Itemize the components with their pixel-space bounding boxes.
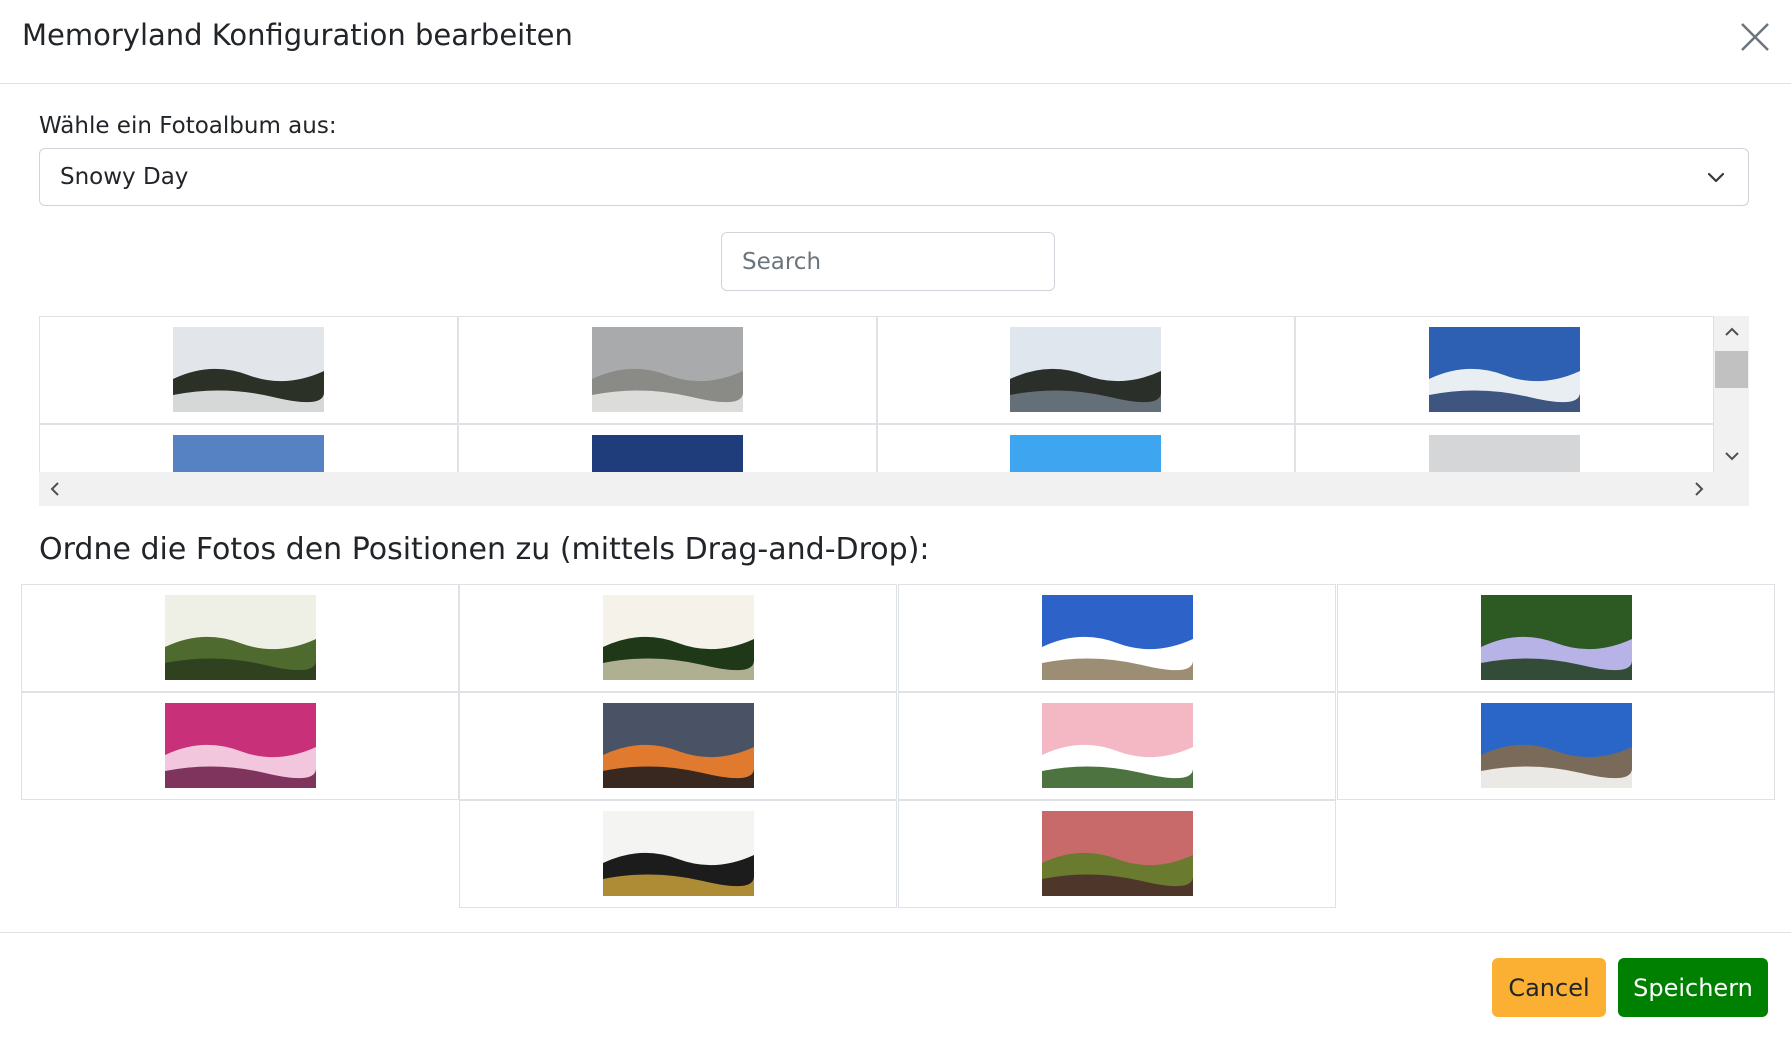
scroll-up-icon[interactable] xyxy=(1722,322,1742,342)
album-select-label: Wähle ein Fotoalbum aus: xyxy=(39,113,337,139)
position-slot[interactable] xyxy=(459,584,897,692)
position-slot[interactable] xyxy=(21,584,459,692)
sun-clouds-photo[interactable] xyxy=(172,435,324,472)
sunset-dark-sky-photo[interactable] xyxy=(591,435,743,472)
position-slot[interactable] xyxy=(898,800,1336,908)
album-photo-cell[interactable] xyxy=(1295,316,1714,424)
clouds-over-town-photo[interactable] xyxy=(1041,595,1193,680)
position-slot[interactable] xyxy=(1337,584,1775,692)
succulent-rosette-photo[interactable] xyxy=(1041,811,1193,896)
old-town-view-photo[interactable] xyxy=(1480,703,1632,788)
positions-heading: Ordne die Fotos den Positionen zu (mitte… xyxy=(39,532,930,567)
foggy-snowfield-photo[interactable] xyxy=(591,327,743,412)
album-select[interactable]: Snowy Day xyxy=(39,148,1749,206)
position-slot[interactable] xyxy=(459,692,897,800)
mountain-valley-photo[interactable] xyxy=(1010,327,1162,412)
position-slot[interactable] xyxy=(898,692,1336,800)
album-photo-cell[interactable] xyxy=(1295,424,1714,472)
album-photo-viewport xyxy=(39,316,1714,472)
scroll-right-icon[interactable] xyxy=(1689,479,1709,499)
position-slot[interactable] xyxy=(898,584,1336,692)
vertical-scrollbar[interactable] xyxy=(1714,316,1749,472)
album-photo-cell[interactable] xyxy=(876,424,1296,472)
position-slot[interactable] xyxy=(1337,692,1775,800)
modal-header: Memoryland Konfiguration bearbeiten xyxy=(0,0,1791,84)
album-photo-cell[interactable] xyxy=(457,424,877,472)
pink-peony-photo[interactable] xyxy=(164,703,316,788)
save-button[interactable]: Speichern xyxy=(1618,958,1768,1017)
position-slot[interactable] xyxy=(21,692,459,800)
snowy-trees-photo[interactable] xyxy=(172,327,324,412)
purple-hydrangea-photo[interactable] xyxy=(1480,595,1632,680)
horizontal-scrollbar[interactable] xyxy=(39,472,1749,506)
snowy-mountain-ridge-photo[interactable] xyxy=(1429,327,1581,412)
album-photo-cell[interactable] xyxy=(39,316,458,424)
album-photo-cell[interactable] xyxy=(876,316,1296,424)
snowy-hilltop-photo[interactable] xyxy=(1429,435,1581,472)
scroll-down-icon[interactable] xyxy=(1722,446,1742,466)
album-photo-cell[interactable] xyxy=(457,316,877,424)
white-flower-cluster-photo[interactable] xyxy=(602,595,754,680)
close-icon[interactable] xyxy=(1732,14,1778,60)
pink-roses-photo[interactable] xyxy=(1041,703,1193,788)
modal-title: Memoryland Konfiguration bearbeiten xyxy=(22,18,573,52)
scroll-left-icon[interactable] xyxy=(45,479,65,499)
search-input[interactable] xyxy=(721,232,1055,291)
chevron-down-icon xyxy=(1707,172,1725,183)
vertical-scroll-thumb[interactable] xyxy=(1715,351,1748,388)
cancel-button[interactable]: Cancel xyxy=(1492,958,1606,1017)
white-blossoms-photo[interactable] xyxy=(164,595,316,680)
album-select-value: Snowy Day xyxy=(60,164,189,190)
orange-sunset-photo[interactable] xyxy=(602,703,754,788)
position-slot[interactable] xyxy=(459,800,897,908)
clear-blue-sky-photo[interactable] xyxy=(1010,435,1162,472)
white-rose-photo[interactable] xyxy=(602,811,754,896)
album-photo-scroll-area[interactable] xyxy=(39,316,1749,506)
album-photo-cell[interactable] xyxy=(39,424,458,472)
album-photo-grid xyxy=(39,316,1714,472)
